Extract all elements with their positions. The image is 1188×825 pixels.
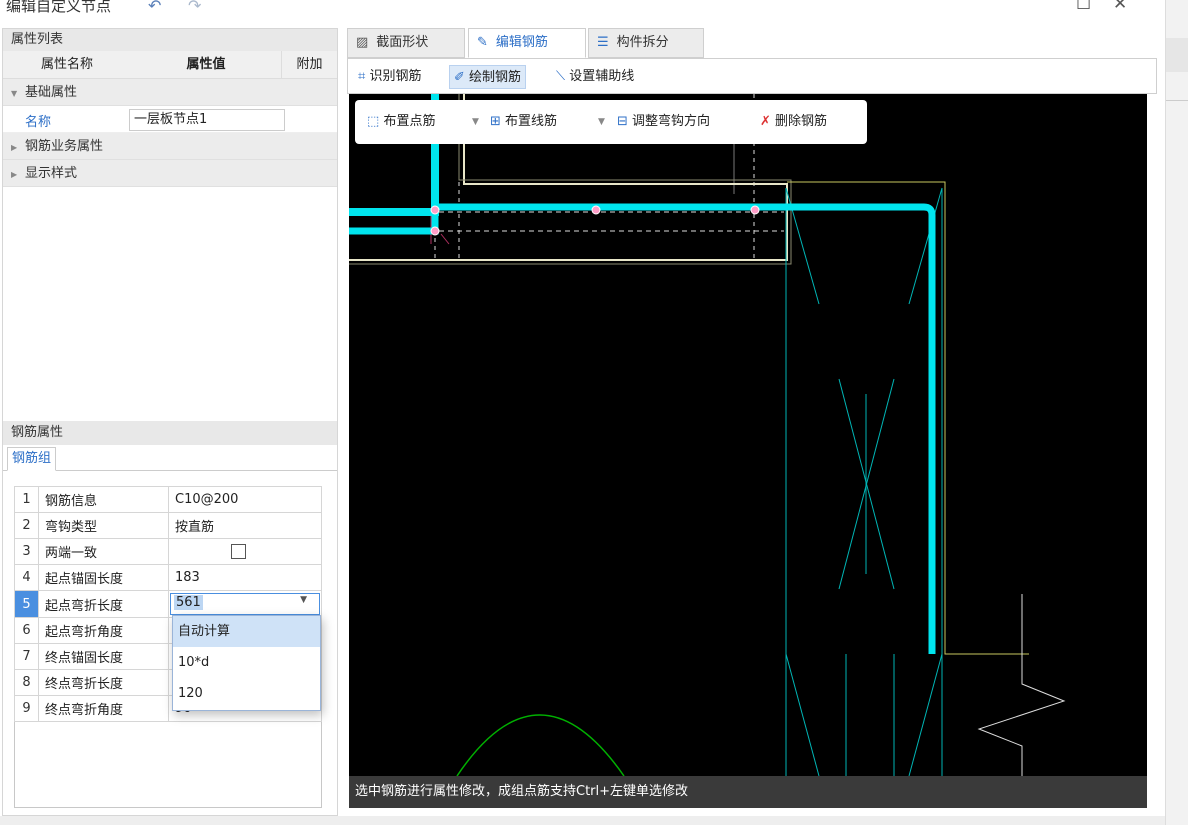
- section-shape-icon: ▨: [356, 35, 369, 50]
- tab-section-shape[interactable]: ▨ 截面形状: [347, 28, 465, 58]
- table-row[interactable]: 1 钢筋信息 C10@200: [14, 486, 322, 513]
- group-display-style[interactable]: ▶ 显示样式: [3, 160, 337, 187]
- chevron-down-icon[interactable]: ▼: [300, 595, 307, 605]
- floating-rebar-toolbar: ⬚ 布置点筋 ▼ ⊞ 布置线筋 ▼ ⊟ 调整弯钩方向 ✗ 删除钢筋: [355, 100, 867, 144]
- point-rebar-dropdown-icon[interactable]: ▼: [472, 100, 479, 144]
- property-list-header: 属性列表: [3, 29, 337, 51]
- col-property-value: 属性值: [186, 57, 226, 72]
- dropdown-option[interactable]: 10*d: [173, 647, 320, 678]
- point-rebar-icon: ⬚: [367, 114, 380, 129]
- property-grid-header: 属性名称 属性值 附加: [3, 51, 337, 79]
- group-rebar-business[interactable]: ▶ 钢筋业务属性: [3, 133, 337, 160]
- point-rebar-button[interactable]: ⬚ 布置点筋: [367, 100, 435, 144]
- drawing-canvas[interactable]: [349, 94, 1147, 776]
- right-side-strip: [1165, 0, 1188, 825]
- rebar-props-header: 钢筋属性: [3, 421, 337, 445]
- edit-rebar-icon: ✎: [477, 35, 488, 50]
- select-value: 561: [174, 595, 203, 610]
- line-rebar-dropdown-icon[interactable]: ▼: [598, 100, 605, 144]
- title-bar: 编辑自定义节点 ↶ ↷ ☐ ✕: [0, 0, 1165, 24]
- tab-rebar-group[interactable]: 钢筋组: [7, 447, 57, 471]
- bend-length-select[interactable]: 561 ▼: [170, 593, 320, 615]
- col-extra: 附加: [281, 51, 337, 78]
- tab-component-split[interactable]: ☰ 构件拆分: [588, 28, 704, 58]
- hook-direction-icon: ⊟: [617, 114, 628, 129]
- maximize-icon[interactable]: ☐: [1076, 0, 1091, 14]
- rebar-props-section: 钢筋属性 钢筋组: [3, 421, 337, 471]
- expand-triangle-icon[interactable]: ▶: [11, 134, 25, 161]
- tab-edit-rebar[interactable]: ✎ 编辑钢筋: [468, 28, 586, 58]
- aux-line-icon: ⟍: [556, 69, 566, 84]
- redo-icon[interactable]: ↷: [188, 0, 201, 15]
- close-icon[interactable]: ✕: [1113, 0, 1127, 14]
- dropdown-option[interactable]: 120: [173, 678, 320, 709]
- edit-toolbar: ⌗ 识别钢筋 ✐ 绘制钢筋 ⟍ 设置辅助线: [347, 58, 1157, 94]
- group-basic[interactable]: ▼ 基础属性: [3, 79, 337, 106]
- pencil-icon: ✐: [454, 70, 465, 85]
- undo-icon[interactable]: ↶: [148, 0, 161, 15]
- name-input[interactable]: 一层板节点1: [129, 109, 285, 131]
- status-bar: 选中钢筋进行属性修改，成组点筋支持Ctrl+左键单选修改: [349, 776, 1147, 808]
- canvas-drawing[interactable]: [349, 94, 1147, 776]
- name-label: 名称: [25, 115, 52, 130]
- delete-rebar-button[interactable]: ✗ 删除钢筋: [760, 100, 827, 144]
- draw-rebar-button[interactable]: ✐ 绘制钢筋: [449, 65, 527, 89]
- line-rebar-icon: ⊞: [490, 114, 501, 129]
- aux-line-button[interactable]: ⟍ 设置辅助线: [552, 65, 638, 89]
- col-property-name: 属性名称: [40, 57, 93, 72]
- table-row[interactable]: 4 起点锚固长度 183: [14, 564, 322, 591]
- bottom-edge: [0, 816, 1165, 825]
- both-ends-checkbox[interactable]: [231, 544, 246, 559]
- collapse-triangle-icon[interactable]: ▼: [11, 80, 25, 107]
- table-row[interactable]: 3 两端一致: [14, 538, 322, 565]
- delete-rebar-icon: ✗: [760, 114, 771, 129]
- table-row-selected[interactable]: 5 起点弯折长度 561 ▼: [14, 590, 322, 618]
- hook-direction-button[interactable]: ⊟ 调整弯钩方向: [617, 100, 710, 144]
- window-title: 编辑自定义节点: [6, 0, 112, 15]
- name-row: 名称 一层板节点1: [3, 106, 337, 133]
- dropdown-option[interactable]: 自动计算: [173, 616, 320, 647]
- recognize-rebar-button[interactable]: ⌗ 识别钢筋: [354, 65, 425, 89]
- line-rebar-button[interactable]: ⊞ 布置线筋: [490, 100, 557, 144]
- bend-length-dropdown: 自动计算 10*d 120: [172, 615, 321, 711]
- recognize-icon: ⌗: [358, 69, 366, 84]
- expand-triangle-icon[interactable]: ▶: [11, 161, 25, 188]
- split-icon: ☰: [597, 35, 609, 50]
- table-row[interactable]: 2 弯钩类型 按直筋: [14, 512, 322, 539]
